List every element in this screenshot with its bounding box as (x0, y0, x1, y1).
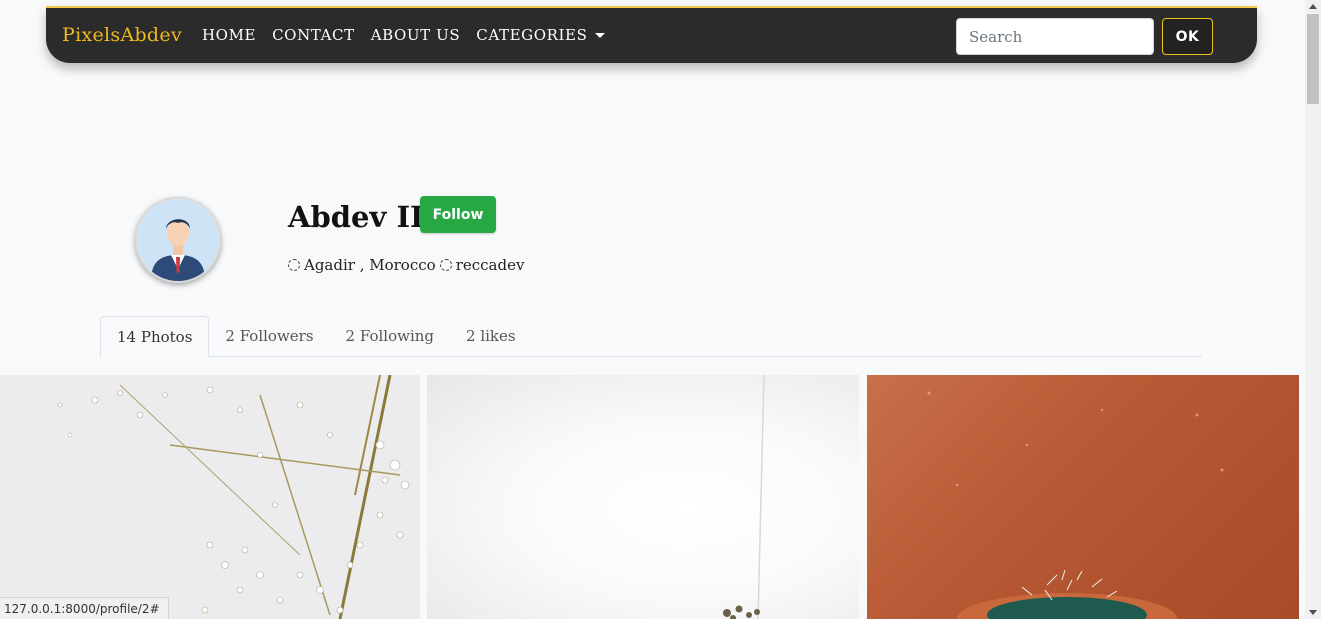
brand-logo[interactable]: PixelsAbdev (62, 24, 182, 46)
scroll-thumb[interactable] (1307, 14, 1319, 104)
profile-meta: Agadir , Morocco reccadev (288, 256, 524, 274)
hanging-plant-photo (723, 375, 765, 619)
user-icon (439, 259, 452, 271)
tab-likes[interactable]: 2 likes (450, 316, 532, 356)
follow-button[interactable]: Follow (420, 196, 496, 233)
tab-photos[interactable]: 14 Photos (100, 316, 210, 357)
cactus-pot-photo (927, 391, 1224, 619)
avatar (135, 197, 221, 283)
nav-links: HOME CONTACT ABOUT US CATEGORIES (202, 26, 606, 44)
tab-followers[interactable]: 2 Followers (209, 316, 329, 356)
photo-card[interactable] (0, 375, 420, 619)
ok-button[interactable]: OK (1162, 18, 1213, 55)
search-input[interactable] (956, 18, 1154, 55)
scroll-down-arrow-icon[interactable] (1309, 610, 1317, 615)
scroll-up-arrow-icon[interactable] (1309, 4, 1317, 9)
photo-card[interactable] (427, 375, 859, 619)
profile-location: Agadir , Morocco (304, 256, 436, 274)
profile-username: reccadev (455, 256, 525, 274)
nav-link-contact[interactable]: CONTACT (272, 26, 355, 44)
navbar: PixelsAbdev HOME CONTACT ABOUT US CATEGO… (46, 6, 1257, 63)
profile-tabs: 14 Photos 2 Followers 2 Following 2 like… (100, 316, 1202, 357)
location-icon (288, 259, 300, 271)
flowers-photo (57, 375, 410, 619)
categories-label: CATEGORIES (476, 26, 588, 44)
nav-link-categories[interactable]: CATEGORIES (476, 26, 606, 44)
caret-down-icon (595, 32, 606, 38)
nav-link-about-us[interactable]: ABOUT US (371, 26, 461, 44)
browser-status-bar: 127.0.0.1:8000/profile/2# (0, 597, 169, 619)
tab-following[interactable]: 2 Following (330, 316, 450, 356)
businessman-avatar-icon (137, 199, 219, 281)
page-scrollbar[interactable] (1305, 0, 1321, 619)
profile-name: Abdev ID (288, 200, 436, 234)
photo-card[interactable] (867, 375, 1299, 619)
nav-link-home[interactable]: HOME (202, 26, 256, 44)
